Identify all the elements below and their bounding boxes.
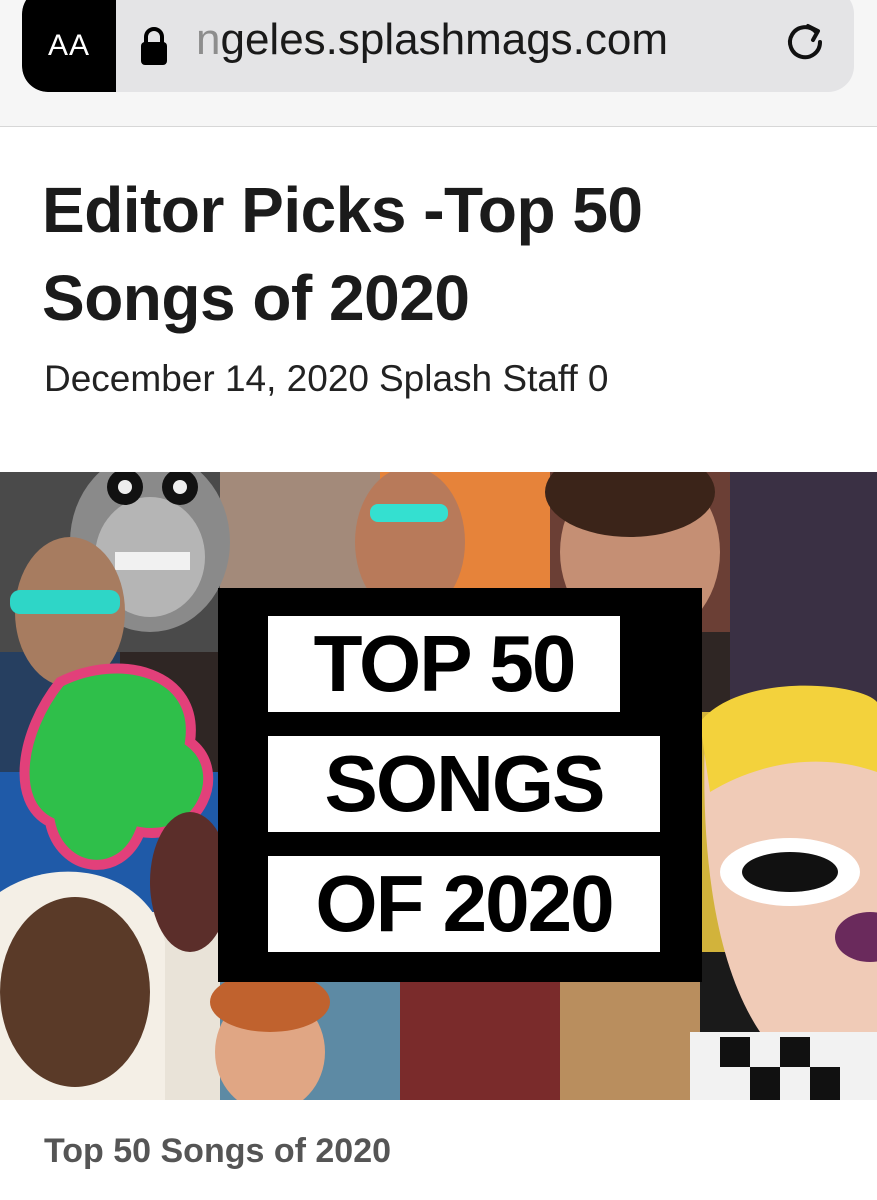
article-meta: December 14, 2020 Splash Staff 0 xyxy=(44,352,618,406)
page: AA ngeles.splashmags.com Editor Picks -T… xyxy=(0,0,877,1200)
top-50-title-card: TOP 50 SONGS OF 2020 xyxy=(218,588,702,982)
url-clipped-char: n xyxy=(196,15,221,64)
url-text[interactable]: ngeles.splashmags.com xyxy=(196,10,668,70)
badge-line-1: TOP 50 xyxy=(268,616,620,712)
article-title: Editor Picks -Top 50 Songs of 2020 xyxy=(42,174,643,334)
reader-view-button[interactable]: AA xyxy=(22,0,116,92)
badge-line-3: OF 2020 xyxy=(268,856,660,952)
browser-top-bar: AA ngeles.splashmags.com xyxy=(0,0,877,127)
article-author[interactable]: Splash Staff xyxy=(379,358,578,399)
reader-view-icon: AA xyxy=(47,29,91,62)
badge-line-2: SONGS xyxy=(268,736,660,832)
comment-count[interactable]: 0 xyxy=(588,358,609,399)
reload-icon[interactable] xyxy=(782,18,828,64)
lock-icon xyxy=(141,27,167,65)
article-date[interactable]: December 14, 2020 xyxy=(44,358,369,399)
image-caption: Top 50 Songs of 2020 xyxy=(44,1132,392,1170)
featured-image[interactable]: TOP 50 SONGS OF 2020 xyxy=(0,472,877,1100)
address-bar[interactable]: AA ngeles.splashmags.com xyxy=(22,0,854,92)
url-domain: geles.splashmags.com xyxy=(220,15,669,64)
